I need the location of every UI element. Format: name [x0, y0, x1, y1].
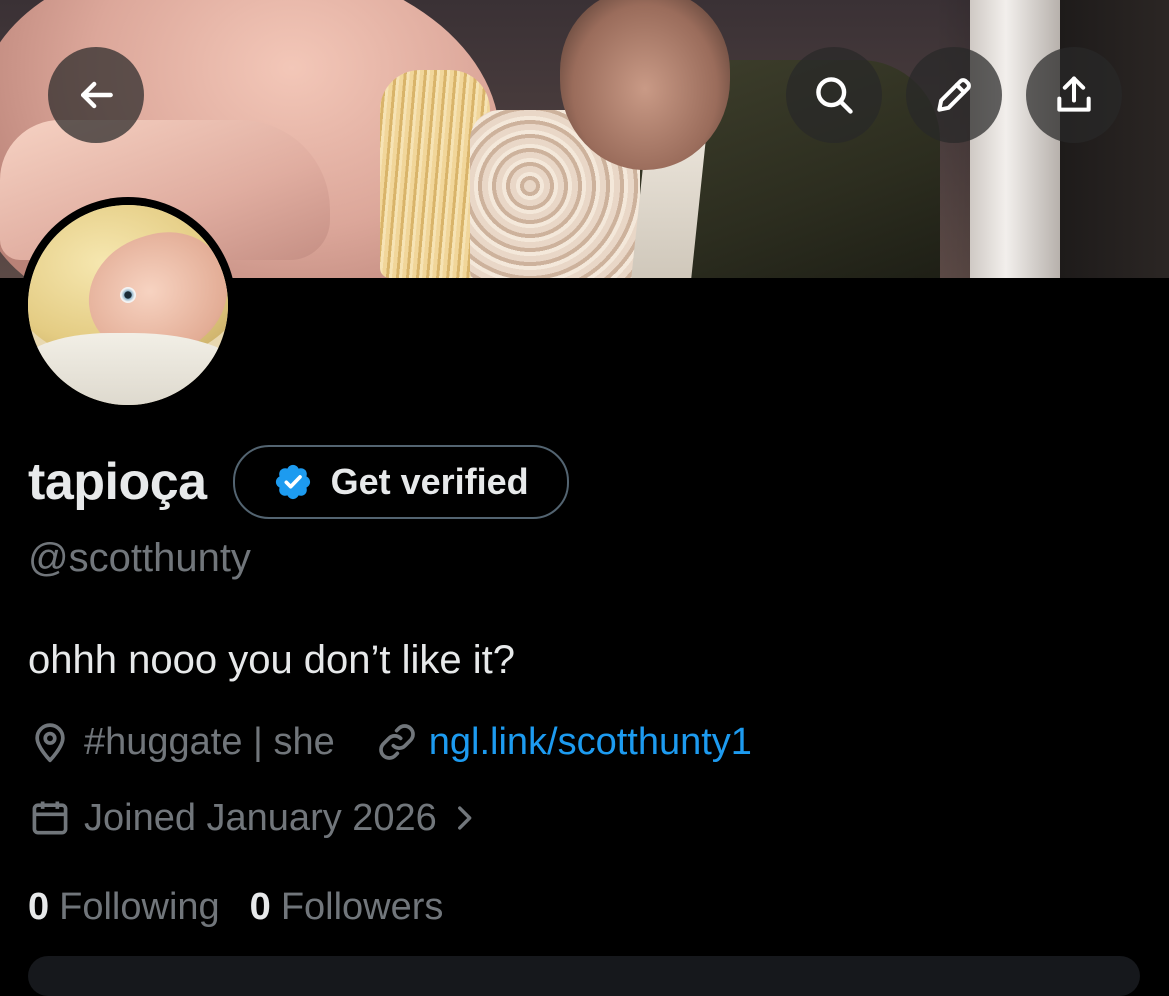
- avatar-image: [28, 205, 228, 405]
- back-button[interactable]: [48, 47, 144, 143]
- location-text: #huggate | she: [84, 720, 335, 763]
- profile-bio: ohhh nooo you don’t like it?: [28, 638, 516, 682]
- joined-date: Joined January 2026: [84, 796, 437, 839]
- get-verified-label: Get verified: [330, 461, 529, 502]
- location-pin-icon: [35, 723, 65, 763]
- search-button[interactable]: [786, 47, 882, 143]
- followers-link[interactable]: 0 Followers: [250, 886, 444, 929]
- website-link[interactable]: ngl.link/scotthunty1: [429, 721, 752, 764]
- followers-label: Followers: [280, 885, 444, 928]
- banner-image-part: [970, 0, 1060, 278]
- share-icon: [1057, 76, 1091, 112]
- user-handle: @scotthunty: [28, 536, 251, 580]
- arrow-left-icon: [80, 81, 113, 109]
- avatar-image-part: [28, 333, 228, 405]
- joined-row[interactable]: Joined January 2026: [28, 794, 481, 842]
- following-count: 0: [28, 885, 50, 928]
- chevron-right-icon: [457, 806, 472, 830]
- search-icon: [816, 77, 853, 114]
- following-label: Following: [59, 885, 220, 928]
- pencil-icon: [937, 78, 971, 112]
- link-icon: [378, 724, 415, 760]
- follow-stats: 0 Following 0 Followers: [28, 882, 443, 932]
- bottom-panel-edge: [28, 956, 1140, 996]
- get-verified-button[interactable]: Get verified: [232, 445, 569, 519]
- edit-button[interactable]: [906, 47, 1002, 143]
- verified-badge-icon: [275, 464, 310, 500]
- profile-avatar[interactable]: [20, 197, 236, 413]
- avatar-image-part: [120, 287, 136, 303]
- profile-meta-row: #huggate | she ngl.link/scotthunty1: [28, 718, 752, 766]
- name-row: tapioça Get verified: [28, 445, 569, 519]
- calendar-icon: [32, 801, 68, 835]
- following-link[interactable]: 0 Following: [28, 886, 220, 929]
- followers-count: 0: [249, 885, 271, 928]
- share-button[interactable]: [1026, 47, 1122, 143]
- display-name: tapioça: [28, 453, 207, 511]
